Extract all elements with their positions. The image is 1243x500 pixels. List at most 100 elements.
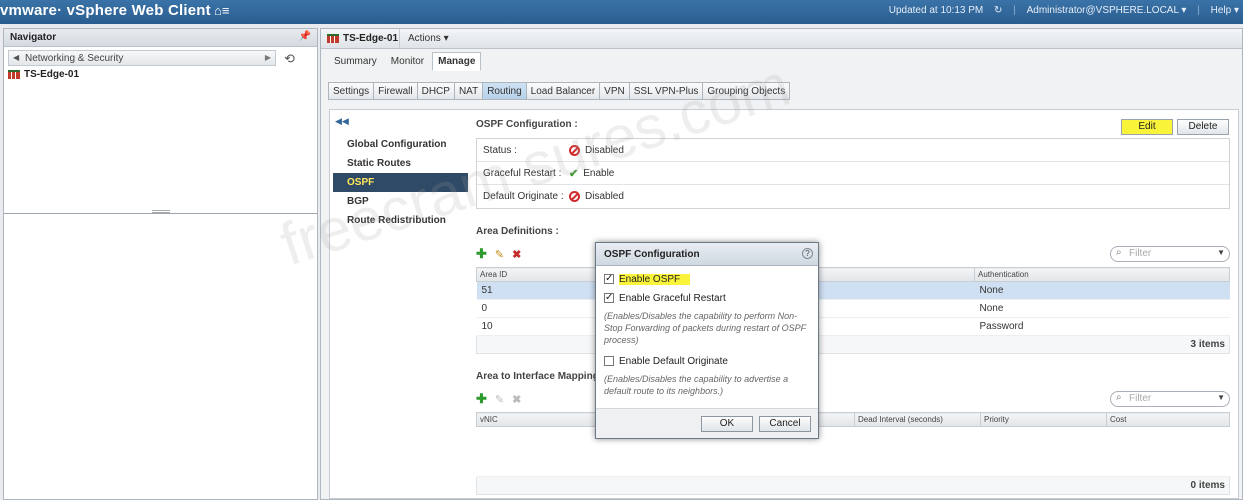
forward-icon[interactable]: ▶ bbox=[265, 53, 271, 62]
delete-button[interactable]: Delete bbox=[1177, 119, 1229, 135]
table-row[interactable]: 10 Password bbox=[476, 317, 1230, 336]
sub-tabs: Settings Firewall DHCP NAT Routing Load … bbox=[328, 82, 791, 100]
object-header: TS-Edge-01 Actions ▾ bbox=[321, 29, 1242, 49]
tree-item-edge[interactable]: TS-Edge-01 bbox=[8, 69, 313, 80]
gr-hint: (Enables/Disables the capability to perf… bbox=[604, 311, 806, 345]
area-count: 3 items bbox=[476, 336, 1230, 354]
enable-graceful-restart-checkbox[interactable] bbox=[604, 293, 614, 303]
object-title-label: TS-Edge-01 bbox=[343, 33, 399, 44]
area-filter-input[interactable]: ⌕ Filter ▼ bbox=[1110, 246, 1230, 262]
status-row: Status : Disabled bbox=[477, 139, 1229, 162]
cancel-button[interactable]: Cancel bbox=[759, 416, 811, 432]
subtab-dhcp[interactable]: DHCP bbox=[416, 82, 455, 100]
ospf-config-dialog: OSPF Configuration ? Enable OSPF Enable … bbox=[595, 242, 819, 439]
edit-icon[interactable]: ✎ bbox=[495, 248, 504, 261]
do-hint: (Enables/Disables the capability to adve… bbox=[604, 374, 789, 396]
subtab-routing[interactable]: Routing bbox=[482, 82, 527, 100]
enable-ospf-label: Enable OSPF bbox=[619, 273, 691, 285]
main-tabs: Summary Monitor Manage bbox=[328, 52, 482, 71]
delete-icon[interactable]: ✖ bbox=[512, 248, 521, 261]
enable-do-row: Enable Default Originate bbox=[604, 354, 810, 368]
dialog-header: OSPF Configuration ? bbox=[596, 243, 818, 266]
empty-row bbox=[476, 426, 1230, 477]
help-menu[interactable]: Help ▾ bbox=[1211, 5, 1239, 16]
menu-route-redistribution[interactable]: Route Redistribution bbox=[333, 211, 468, 230]
column-authentication[interactable]: Authentication bbox=[974, 267, 1230, 282]
menu-global-config[interactable]: Global Configuration bbox=[333, 135, 468, 154]
collapse-icon[interactable]: ◀◀ bbox=[335, 116, 466, 127]
back-icon[interactable]: ◀ bbox=[13, 53, 19, 62]
subtab-ssl-vpn[interactable]: SSL VPN-Plus bbox=[628, 82, 704, 100]
navigator-divider bbox=[4, 213, 317, 214]
enable-do-label: Enable Default Originate bbox=[619, 355, 728, 367]
menu-bgp[interactable]: BGP bbox=[333, 192, 468, 211]
tab-manage[interactable]: Manage bbox=[432, 52, 482, 71]
ospf-config-title: OSPF Configuration : bbox=[476, 119, 578, 130]
navigator-header: Navigator 📌 bbox=[4, 29, 317, 47]
area-definitions-title: Area Definitions : bbox=[476, 226, 559, 237]
edit-icon[interactable]: ✎ bbox=[495, 393, 504, 406]
subtab-vpn[interactable]: VPN bbox=[599, 82, 630, 100]
app-title: vmware· vSphere Web Client bbox=[0, 2, 211, 19]
ospf-panel: OSPF Configuration : Edit Delete Status … bbox=[476, 116, 1232, 495]
user-menu[interactable]: Administrator@VSPHERE.LOCAL ▾ bbox=[1027, 5, 1187, 16]
enable-default-originate-checkbox[interactable] bbox=[604, 356, 614, 366]
edit-button[interactable]: Edit bbox=[1121, 119, 1173, 135]
column-dead-interval[interactable]: Dead Interval (seconds) bbox=[854, 412, 981, 427]
table-row[interactable]: 0 None bbox=[476, 299, 1230, 318]
enable-gr-label: Enable Graceful Restart bbox=[619, 292, 726, 304]
enable-ospf-row: Enable OSPF bbox=[604, 272, 810, 286]
table-row[interactable]: 51 None bbox=[476, 281, 1230, 300]
ok-button[interactable]: OK bbox=[701, 416, 753, 432]
menu-ospf[interactable]: OSPF bbox=[333, 173, 468, 192]
edge-icon bbox=[327, 34, 339, 43]
edge-icon bbox=[8, 70, 20, 79]
chevron-down-icon[interactable]: ▼ bbox=[1217, 248, 1225, 257]
delete-icon[interactable]: ✖ bbox=[512, 393, 521, 406]
disabled-icon bbox=[569, 191, 580, 202]
splitter-grip[interactable] bbox=[152, 210, 170, 213]
ospf-status-box: Status : Disabled Graceful Restart : ✔ En… bbox=[476, 138, 1230, 209]
breadcrumb[interactable]: ◀ Networking & Security ▶ bbox=[8, 50, 276, 66]
subtab-firewall[interactable]: Firewall bbox=[373, 82, 418, 100]
search-icon: ⌕ bbox=[1116, 392, 1122, 403]
subtab-grouping[interactable]: Grouping Objects bbox=[702, 82, 791, 100]
top-right-area: Updated at 10:13 PM ↻ | Administrator@VS… bbox=[888, 5, 1239, 16]
help-icon[interactable]: ? bbox=[802, 248, 813, 259]
column-cost[interactable]: Cost bbox=[1106, 412, 1230, 427]
search-icon: ⌕ bbox=[1116, 247, 1122, 258]
enable-ospf-checkbox[interactable] bbox=[604, 274, 614, 284]
navigator-title: Navigator bbox=[10, 32, 57, 43]
actions-menu[interactable]: Actions ▾ bbox=[399, 29, 457, 48]
dialog-body: Enable OSPF Enable Graceful Restart (Ena… bbox=[596, 266, 818, 397]
menu-static-routes[interactable]: Static Routes bbox=[333, 154, 468, 173]
add-icon[interactable]: ✚ bbox=[476, 391, 487, 407]
top-bar: vmware· vSphere Web Client ⌂≡ Updated at… bbox=[0, 0, 1243, 24]
pin-icon[interactable]: 📌 bbox=[299, 31, 311, 42]
default-originate-row: Default Originate : Disabled bbox=[483, 191, 624, 202]
chevron-down-icon[interactable]: ▼ bbox=[1217, 393, 1225, 402]
subtab-load-balancer[interactable]: Load Balancer bbox=[525, 82, 601, 100]
mapping-count: 0 items bbox=[476, 477, 1230, 495]
area-table: Area ID Authentication 51 None 0 None 10… bbox=[476, 267, 1230, 336]
navigator-panel: Navigator 📌 ◀ Networking & Security ▶ ⟲ … bbox=[3, 28, 318, 500]
object-title: TS-Edge-01 bbox=[327, 33, 398, 44]
add-icon[interactable]: ✚ bbox=[476, 246, 487, 262]
history-icon[interactable]: ⟲ bbox=[284, 51, 295, 67]
tab-summary[interactable]: Summary bbox=[328, 52, 383, 71]
mapping-filter-input[interactable]: ⌕ Filter ▼ bbox=[1110, 391, 1230, 407]
column-vnic[interactable]: vNIC bbox=[476, 412, 603, 427]
subtab-nat[interactable]: NAT bbox=[453, 82, 484, 100]
home-icon[interactable]: ⌂≡ bbox=[214, 3, 229, 18]
routing-menu: ◀◀ Global Configuration Static Routes OS… bbox=[333, 114, 468, 230]
updated-text: Updated at 10:13 PM bbox=[888, 5, 984, 16]
mapping-toolbar: ✚ ✎ ✖ ⌕ Filter ▼ bbox=[476, 390, 1232, 408]
column-priority[interactable]: Priority bbox=[980, 412, 1107, 427]
enable-gr-row: Enable Graceful Restart bbox=[604, 291, 810, 305]
refresh-icon[interactable]: ↻ bbox=[994, 5, 1002, 16]
subtab-settings[interactable]: Settings bbox=[328, 82, 375, 100]
check-icon: ✔ bbox=[569, 167, 579, 180]
mapping-table: vNIC Dead Interval (seconds) Priority Co… bbox=[476, 412, 1230, 477]
tab-monitor[interactable]: Monitor bbox=[385, 52, 430, 71]
area-toolbar: ✚ ✎ ✖ ⌕ Filter ▼ bbox=[476, 245, 1232, 263]
